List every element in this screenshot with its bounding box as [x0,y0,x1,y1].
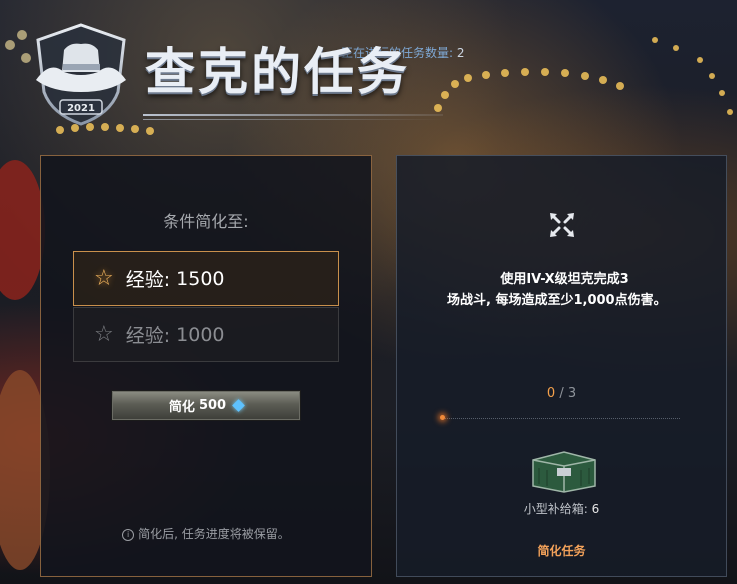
emblem-year: 2021 [67,103,95,114]
simplify-task-link[interactable]: 简化任务 [397,542,726,559]
task-progress-text: 0 / 3 [397,386,726,401]
info-icon: i [122,529,135,541]
title-underline-secondary [143,119,443,120]
progress-current: 0 [546,386,556,401]
star-icon: ☆ [94,322,114,347]
title-underline [143,114,443,116]
reward-name: 小型补给箱: [523,502,588,516]
task-panel: 使用IV-X级坦克完成3 场战斗, 每场造成至少1,000点伤害。 0 / 3 … [396,155,727,577]
gem-icon [232,399,245,412]
condition-option-1500[interactable]: ☆ 经验: 1500 [73,251,339,306]
option-label: 经验: [125,325,171,347]
progress-indicator [440,415,445,420]
page-header: 2021 正在进行的任务数量: 2 查克的任务 [28,18,465,130]
page-title: 查克的任务 [145,43,410,101]
simplify-button-cost: 500 [198,398,227,413]
progress-track [442,418,680,420]
progress-total: / 3 [559,386,577,401]
crossed-arrows-icon [550,213,574,237]
reward-label: 小型补给箱: 6 [397,500,726,517]
note-text: 简化后, 任务进度将被保留。 [138,527,290,541]
condition-title: 条件简化至: [163,212,249,231]
option-value: 1500 [176,267,225,290]
task-description: 使用IV-X级坦克完成3 场战斗, 每场造成至少1,000点伤害。 [447,269,682,311]
simplify-conditions-panel: 条件简化至: ☆ 经验: 1500 ☆ 经验: 1000 简化 500 i 简化后… [40,155,372,577]
active-missions-value: 2 [456,46,465,60]
supply-crate-icon [532,451,596,493]
cowboy-hat-emblem-icon: 2021 [36,23,126,126]
task-description-line1: 使用IV-X级坦克完成3 [500,272,629,287]
option-label: 经验: [125,269,171,291]
star-icon: ☆ [94,266,114,291]
condition-option-1000[interactable]: ☆ 经验: 1000 [73,307,339,362]
option-value: 1000 [176,323,225,346]
reward-count: 6 [591,502,600,516]
simplify-button-label: 简化 [168,400,195,415]
simplify-button[interactable]: 简化 500 [111,390,301,421]
task-description-line2: 场战斗, 每场造成至少1,000点伤害。 [447,293,667,308]
simplify-note: i 简化后, 任务进度将被保留。 [41,525,371,542]
